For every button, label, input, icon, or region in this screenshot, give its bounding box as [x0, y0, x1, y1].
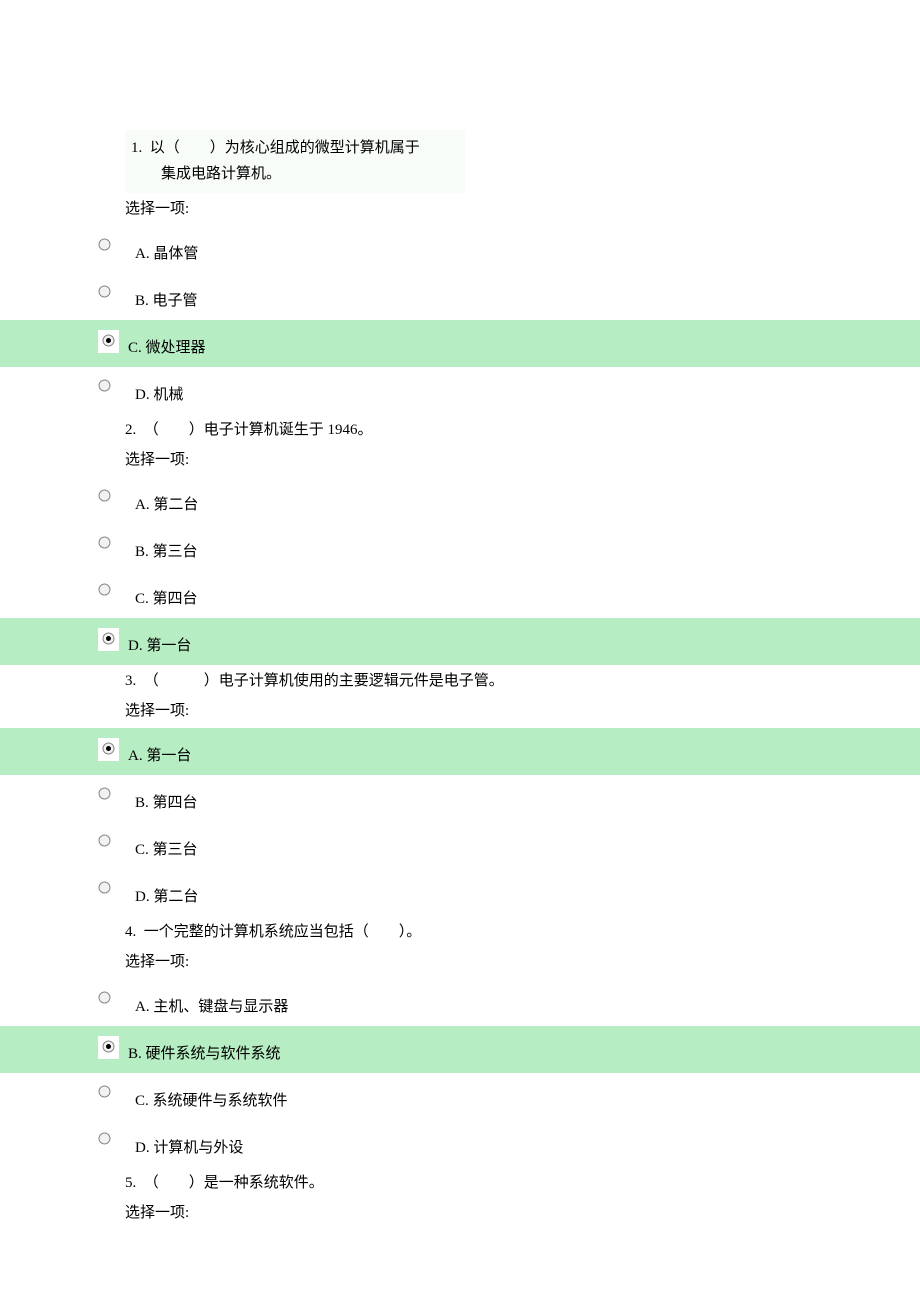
option-row[interactable]: A. 第二台	[0, 477, 920, 524]
option-label: B. 硬件系统与软件系统	[128, 1036, 920, 1063]
select-one-label: 选择一项:	[125, 444, 920, 477]
radio-checked-icon[interactable]	[98, 330, 119, 353]
select-one-label: 选择一项:	[125, 1197, 920, 1230]
option-row[interactable]: B. 电子管	[0, 273, 920, 320]
question-text-box: 1. 以（ ）为核心组成的微型计算机属于 集成电路计算机。	[125, 130, 465, 193]
option-row[interactable]: B. 第四台	[0, 775, 920, 822]
radio-unchecked-icon[interactable]	[98, 879, 111, 896]
radio-unchecked-icon[interactable]	[98, 785, 111, 802]
option-row-selected[interactable]: C. 微处理器	[0, 320, 920, 367]
radio-unchecked-icon[interactable]	[98, 236, 111, 253]
option-label: B. 电子管	[135, 283, 920, 310]
question-line-2: 集成电路计算机。	[161, 166, 281, 182]
radio-checked-icon[interactable]	[98, 738, 119, 761]
radio-unchecked-icon[interactable]	[98, 581, 111, 598]
option-label: D. 计算机与外设	[135, 1130, 920, 1157]
option-label: C. 系统硬件与系统软件	[135, 1083, 920, 1110]
option-row[interactable]: A. 主机、键盘与显示器	[0, 979, 920, 1026]
radio-checked-icon[interactable]	[98, 1036, 119, 1059]
question-line-1: 1. 以（ ）为核心组成的微型计算机属于	[131, 136, 461, 162]
option-label: B. 第四台	[135, 785, 920, 812]
option-label: C. 微处理器	[128, 330, 920, 357]
option-row[interactable]: D. 机械	[0, 367, 920, 414]
radio-unchecked-icon[interactable]	[98, 989, 111, 1006]
radio-unchecked-icon[interactable]	[98, 1083, 111, 1100]
radio-unchecked-icon[interactable]	[98, 283, 111, 300]
radio-unchecked-icon[interactable]	[98, 1130, 111, 1147]
question-text: 4. 一个完整的计算机系统应当包括（ ）。	[125, 916, 920, 946]
select-one-label: 选择一项:	[125, 946, 920, 979]
radio-unchecked-icon[interactable]	[98, 377, 111, 394]
option-row[interactable]: C. 系统硬件与系统软件	[0, 1073, 920, 1120]
option-row[interactable]: A. 晶体管	[0, 226, 920, 273]
question-text: 3. （ ）电子计算机使用的主要逻辑元件是电子管。	[125, 665, 920, 695]
option-row[interactable]: D. 计算机与外设	[0, 1120, 920, 1167]
radio-checked-icon[interactable]	[98, 628, 119, 651]
select-one-label: 选择一项:	[125, 193, 920, 226]
option-row-selected[interactable]: A. 第一台	[0, 728, 920, 775]
option-label: D. 第一台	[128, 628, 920, 655]
quiz-page: 1. 以（ ）为核心组成的微型计算机属于 集成电路计算机。 选择一项: A. 晶…	[0, 130, 920, 1230]
select-one-label: 选择一项:	[125, 695, 920, 728]
option-row[interactable]: B. 第三台	[0, 524, 920, 571]
option-label: A. 第一台	[128, 738, 920, 765]
option-row-selected[interactable]: D. 第一台	[0, 618, 920, 665]
option-label: A. 晶体管	[135, 236, 920, 263]
radio-unchecked-icon[interactable]	[98, 534, 111, 551]
option-label: D. 机械	[135, 377, 920, 404]
option-label: C. 第四台	[135, 581, 920, 608]
option-label: D. 第二台	[135, 879, 920, 906]
question-text: 5. （ ）是一种系统软件。	[125, 1167, 920, 1197]
option-label: A. 主机、键盘与显示器	[135, 989, 920, 1016]
option-row[interactable]: C. 第四台	[0, 571, 920, 618]
question-text: 2. （ ）电子计算机诞生于 1946。	[125, 414, 920, 444]
option-row-selected[interactable]: B. 硬件系统与软件系统	[0, 1026, 920, 1073]
option-label: B. 第三台	[135, 534, 920, 561]
option-label: A. 第二台	[135, 487, 920, 514]
option-row[interactable]: C. 第三台	[0, 822, 920, 869]
radio-unchecked-icon[interactable]	[98, 487, 111, 504]
radio-unchecked-icon[interactable]	[98, 832, 111, 849]
option-label: C. 第三台	[135, 832, 920, 859]
option-row[interactable]: D. 第二台	[0, 869, 920, 916]
